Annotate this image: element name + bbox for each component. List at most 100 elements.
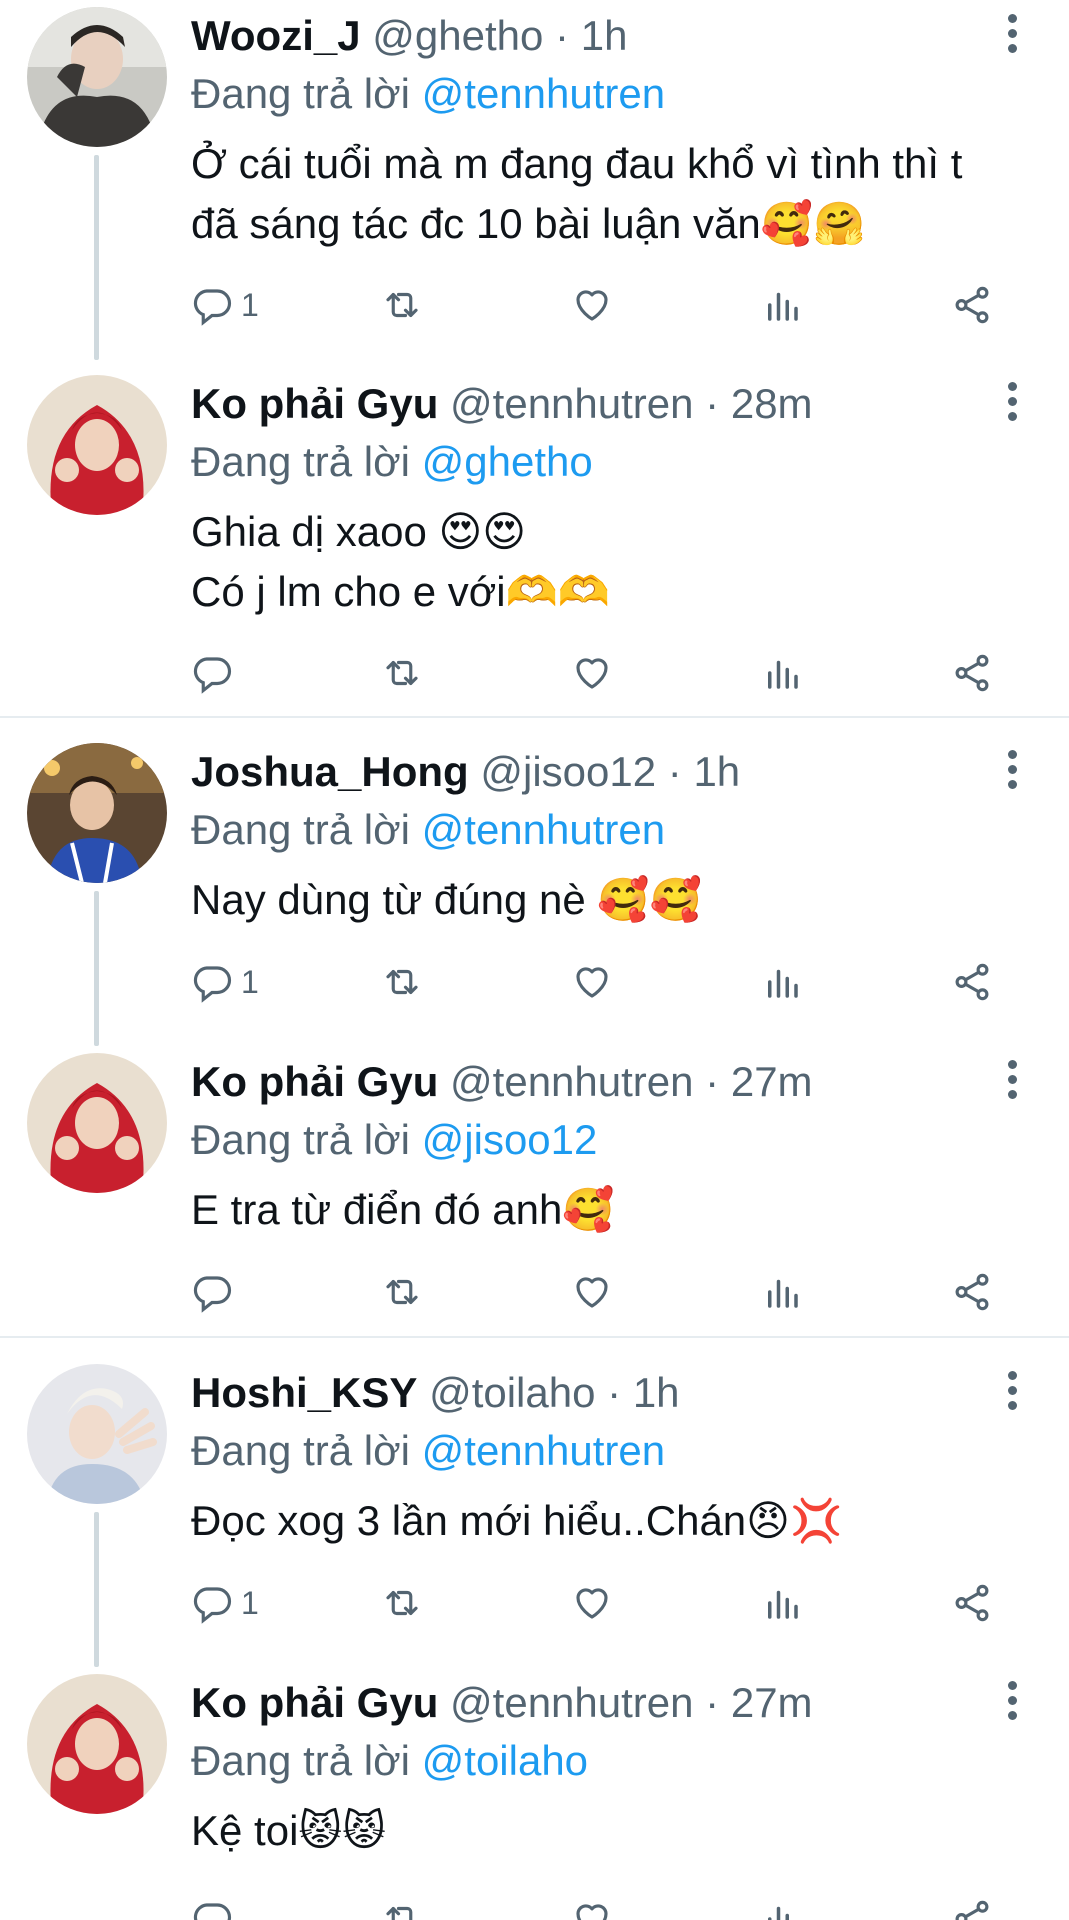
user-handle[interactable]: @tennhutren [450, 1058, 693, 1105]
like-button[interactable] [571, 952, 613, 1012]
display-name[interactable]: Woozi_J [191, 12, 361, 59]
reply-button[interactable] [191, 1262, 241, 1322]
reply-prefix: Đang trả lời [191, 1116, 410, 1163]
retweet-button[interactable] [381, 952, 423, 1012]
user-avatar[interactable] [27, 375, 167, 515]
thread-line [94, 155, 99, 360]
reply-button[interactable]: 1 [191, 275, 259, 335]
more-options-icon[interactable] [1000, 14, 1024, 58]
display-name[interactable]: Joshua_Hong [191, 748, 469, 795]
avatar-hoshi-icon [27, 1364, 167, 1504]
retweet-button[interactable] [381, 1889, 423, 1920]
like-button[interactable] [571, 1262, 613, 1322]
reply-prefix: Đang trả lời [191, 1737, 410, 1784]
tweet[interactable]: Ko phải Gyu @tennhutren · 28m Đang trả l… [0, 368, 1069, 720]
timestamp[interactable]: 1h [633, 1369, 680, 1416]
share-button[interactable] [951, 952, 993, 1012]
retweet-icon [386, 660, 418, 686]
more-options-icon[interactable] [1000, 1060, 1024, 1104]
retweet-button[interactable] [381, 1262, 423, 1322]
more-options-icon[interactable] [1000, 1681, 1024, 1725]
views-button[interactable] [761, 952, 803, 1012]
reply-icon [193, 1276, 232, 1313]
user-handle[interactable]: @jisoo12 [480, 748, 656, 795]
reply-icon [193, 1903, 232, 1920]
divider [0, 1336, 1069, 1338]
avatar-joshua-icon [27, 743, 167, 883]
more-options-icon[interactable] [1000, 382, 1024, 426]
tweet[interactable]: Hoshi_KSY @toilaho · 1h Đang trả lời @te… [0, 1357, 1069, 1667]
display-name[interactable]: Ko phải Gyu [191, 1679, 438, 1726]
tweet-text: Ở cái tuổi mà m đang đau khổ vì tình thì… [191, 134, 1041, 254]
display-name[interactable]: Ko phải Gyu [191, 1058, 438, 1105]
user-avatar[interactable] [27, 1674, 167, 1814]
action-bar: 1 [191, 275, 1021, 335]
reply-mention-link[interactable]: @ghetho [422, 438, 593, 485]
display-name[interactable]: Ko phải Gyu [191, 380, 438, 427]
views-button[interactable] [761, 643, 803, 703]
more-options-icon[interactable] [1000, 750, 1024, 794]
share-icon [955, 963, 989, 1001]
user-handle[interactable]: @ghetho [372, 12, 543, 59]
retweet-icon [386, 292, 418, 318]
share-button[interactable] [951, 643, 993, 703]
views-button[interactable] [761, 1889, 803, 1920]
share-button[interactable] [951, 275, 993, 335]
reply-button[interactable]: 1 [191, 952, 259, 1012]
tweet[interactable]: Ko phải Gyu @tennhutren · 27m Đang trả l… [0, 1667, 1069, 1920]
tweet[interactable]: Woozi_J @ghetho · 1h Đang trả lời @tennh… [0, 0, 1069, 360]
timestamp[interactable]: 28m [731, 380, 813, 427]
retweet-button[interactable] [381, 643, 423, 703]
reply-context: Đang trả lời @ghetho [191, 434, 593, 490]
tweet-text: Nay dùng từ đúng nè 🥰🥰 [191, 870, 1041, 930]
reply-button[interactable]: 1 [191, 1573, 259, 1633]
like-button[interactable] [571, 275, 613, 335]
retweet-button[interactable] [381, 275, 423, 335]
tweet[interactable]: Ko phải Gyu @tennhutren · 27m Đang trả l… [0, 1046, 1069, 1336]
reply-icon [193, 289, 232, 326]
user-handle[interactable]: @tennhutren [450, 1679, 693, 1726]
user-avatar[interactable] [27, 1053, 167, 1193]
tweet-text: E tra từ điển đó anh🥰 [191, 1180, 1041, 1240]
user-avatar[interactable] [27, 7, 167, 147]
tweet[interactable]: Joshua_Hong @jisoo12 · 1h Đang trả lời @… [0, 736, 1069, 1046]
tweet-text: Ghia dị xaoo 😍😍 Có j lm cho e với🫶🫶 [191, 502, 1041, 622]
reply-button[interactable] [191, 643, 241, 703]
reply-mention-link[interactable]: @tennhutren [422, 70, 665, 117]
user-handle[interactable]: @toilaho [429, 1369, 595, 1416]
retweet-button[interactable] [381, 1573, 423, 1633]
timestamp[interactable]: 1h [581, 12, 628, 59]
reply-icon [193, 966, 232, 1003]
tweet-text: Đọc xog 3 lần mới hiểu..Chán😠💢 [191, 1491, 1041, 1551]
more-options-icon[interactable] [1000, 1371, 1024, 1415]
avatar-gyu-icon [27, 1053, 167, 1193]
views-button[interactable] [761, 1262, 803, 1322]
like-button[interactable] [571, 1573, 613, 1633]
timestamp[interactable]: 1h [693, 748, 740, 795]
share-button[interactable] [951, 1573, 993, 1633]
share-button[interactable] [951, 1262, 993, 1322]
retweet-icon [386, 1279, 418, 1305]
tweet-text-line: đã sáng tác đc 10 bài luận văn🥰🤗 [191, 200, 866, 247]
reply-mention-link[interactable]: @tennhutren [422, 1427, 665, 1474]
user-handle[interactable]: @tennhutren [450, 380, 693, 427]
timestamp[interactable]: 27m [731, 1679, 813, 1726]
reply-mention-link[interactable]: @toilaho [422, 1737, 588, 1784]
reply-prefix: Đang trả lời [191, 1427, 410, 1474]
display-name[interactable]: Hoshi_KSY [191, 1369, 417, 1416]
views-button[interactable] [761, 1573, 803, 1633]
views-button[interactable] [761, 275, 803, 335]
user-avatar[interactable] [27, 743, 167, 883]
timestamp[interactable]: 27m [731, 1058, 813, 1105]
reply-icon [193, 657, 232, 694]
action-bar [191, 1262, 1021, 1322]
reply-mention-link[interactable]: @jisoo12 [422, 1116, 598, 1163]
user-avatar[interactable] [27, 1364, 167, 1504]
like-button[interactable] [571, 643, 613, 703]
analytics-icon [768, 969, 798, 998]
like-button[interactable] [571, 1889, 613, 1920]
reply-mention-link[interactable]: @tennhutren [422, 806, 665, 853]
share-button[interactable] [951, 1889, 993, 1920]
reply-button[interactable] [191, 1889, 241, 1920]
thread-line [94, 891, 99, 1046]
